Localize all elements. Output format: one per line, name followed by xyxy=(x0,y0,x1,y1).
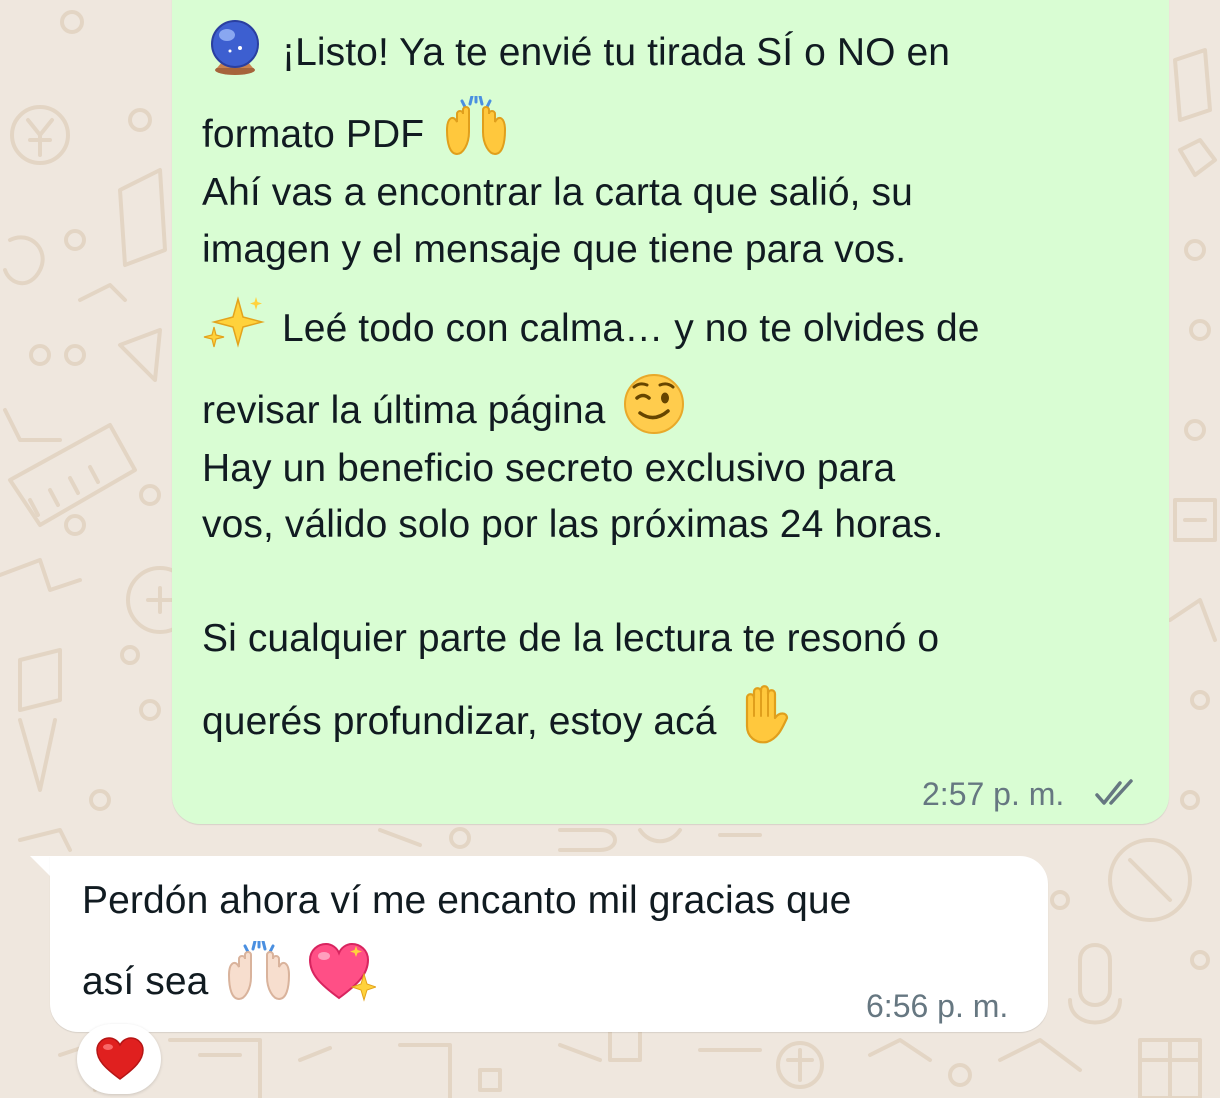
chat-conversation: ¡Listo! Ya te envié tu tirada SÍ o NO en… xyxy=(0,0,1220,1098)
raising-hands-icon xyxy=(441,94,511,169)
double-check-icon xyxy=(1095,779,1133,805)
message-line: querés profundizar, estoy acá xyxy=(202,685,799,761)
message-reaction[interactable] xyxy=(77,1024,161,1094)
message-text: Leé todo con calma… y no te olvides de xyxy=(282,306,980,350)
sparkling-heart-icon xyxy=(306,940,378,1015)
crystal-ball-icon xyxy=(202,18,268,87)
message-line: ¡Listo! Ya te envié tu tirada SÍ o NO en xyxy=(202,20,950,89)
message-text: revisar la última página xyxy=(202,388,606,432)
message-line: Ahí vas a encontrar la carta que salió, … xyxy=(202,171,913,214)
message-line: Hay un beneficio secreto exclusivo para xyxy=(202,447,896,490)
message-line: Si cualquier parte de la lectura te reso… xyxy=(202,617,940,660)
red-heart-icon xyxy=(96,1037,144,1080)
message-text: así sea xyxy=(82,959,209,1003)
message-line: formato PDF xyxy=(202,94,511,173)
message-line: revisar la última página xyxy=(202,373,688,449)
message-timestamp: 6:56 p. m. xyxy=(866,988,1009,1024)
message-timestamp: 2:57 p. m. xyxy=(922,776,1065,812)
sparkles-icon xyxy=(202,293,268,362)
message-line: así sea xyxy=(82,939,378,1021)
message-text: formato PDF xyxy=(202,112,425,156)
message-text: ¡Listo! Ya te envié tu tirada SÍ o NO en xyxy=(282,30,951,74)
message-line: vos, válido solo por las próximas 24 hor… xyxy=(202,503,944,546)
message-text: querés profundizar, estoy acá xyxy=(202,699,717,743)
message-line: imagen y el mensaje que tiene para vos. xyxy=(202,228,907,271)
raising-hands-light-skin-icon xyxy=(223,939,295,1014)
winking-face-icon xyxy=(620,373,688,446)
message-line: Leé todo con calma… y no te olvides de xyxy=(202,296,980,365)
raised-hand-icon xyxy=(733,682,799,757)
message-line: Perdón ahora ví me encanto mil gracias q… xyxy=(82,879,852,922)
